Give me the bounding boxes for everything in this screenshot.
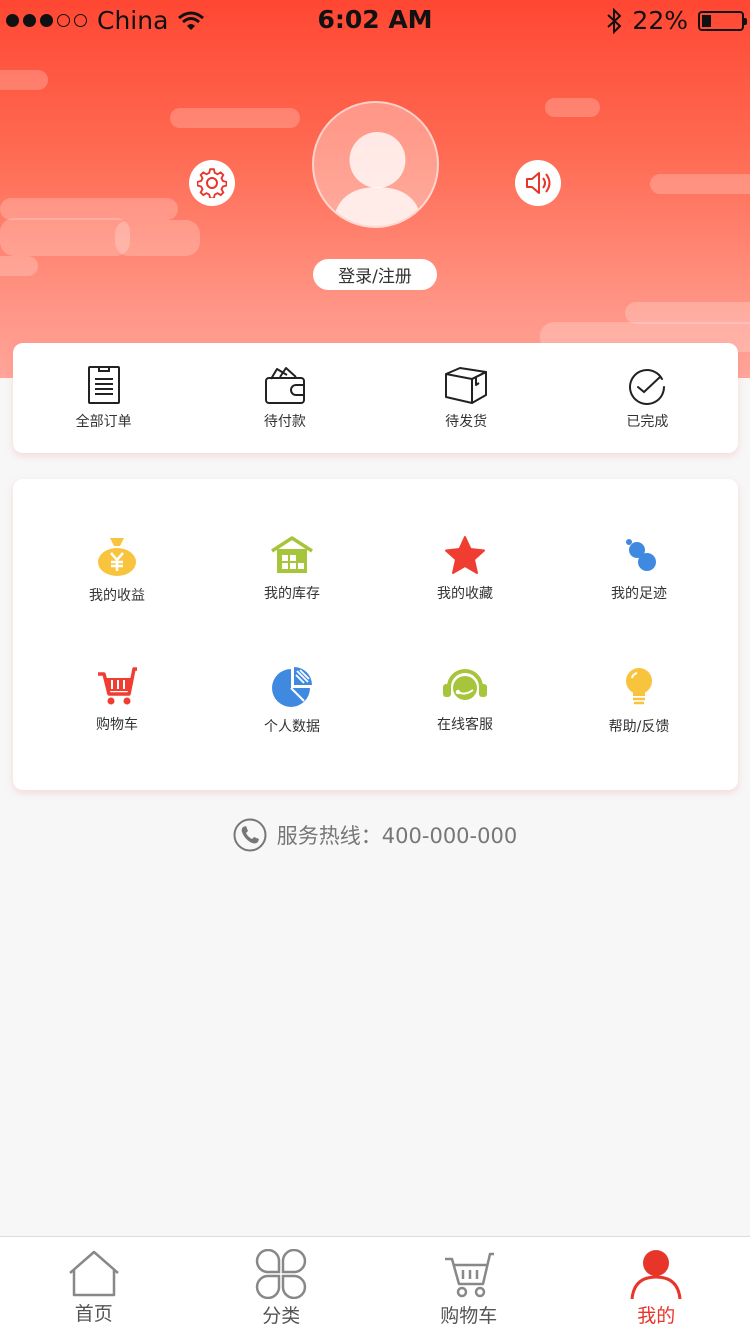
order-pending-shipment[interactable]: 待发货 [376, 343, 557, 453]
battery-percentage: 22% [632, 6, 688, 35]
service-hotline[interactable]: 服务热线：400-000-000 [0, 818, 750, 852]
lightbulb-icon [626, 668, 652, 705]
cloud-decoration [625, 302, 750, 324]
tab-label: 首页 [74, 1303, 113, 1325]
order-label: 待发货 [445, 414, 488, 430]
order-label: 已完成 [626, 414, 669, 430]
cloud-decoration [0, 256, 38, 276]
home-icon [68, 1250, 119, 1297]
tab-category[interactable]: 分类 [188, 1237, 376, 1334]
service-label: 帮助/反馈 [608, 719, 670, 735]
service-online-support[interactable]: 在线客服 [405, 666, 525, 734]
service-label: 我的库存 [264, 586, 320, 602]
battery-icon [698, 10, 747, 31]
tab-label: 购物车 [440, 1305, 498, 1327]
cart-icon [98, 667, 137, 705]
bottom-tab-bar: 首页 分类 购物车 我的 [0, 1236, 750, 1334]
wallet-icon [264, 367, 305, 404]
service-label: 我的收益 [89, 588, 145, 604]
pie-chart-icon [272, 667, 312, 707]
signal-strength-icon [6, 14, 87, 27]
cloud-decoration [170, 108, 300, 128]
order-label: 全部订单 [75, 414, 132, 430]
package-icon [445, 367, 488, 404]
headset-icon [443, 669, 487, 700]
check-circle-icon [629, 369, 666, 405]
footprint-icon [626, 539, 656, 571]
cloud-decoration [650, 174, 750, 194]
profile-header: 6:02 AM China 22% 登录/注册 [0, 0, 750, 378]
order-completed[interactable]: 已完成 [557, 343, 738, 453]
order-list-icon [87, 366, 120, 404]
star-icon [445, 536, 485, 574]
tab-cart[interactable]: 购物车 [375, 1237, 563, 1334]
cloud-decoration [545, 98, 600, 117]
user-avatar-icon [332, 132, 423, 226]
orders-card: 全部订单 待付款 待发货 已完成 [13, 343, 738, 453]
service-label: 购物车 [96, 717, 138, 733]
bluetooth-icon [607, 7, 622, 34]
phone-icon [233, 818, 267, 852]
cart-icon [444, 1252, 494, 1298]
hotline-text: 服务热线：400-000-000 [276, 824, 518, 848]
sound-button[interactable] [515, 160, 561, 206]
services-card: 我的收益 我的库存 我的收藏 我的足迹 购物车 个人数据 在线客服 帮助/反馈 [13, 479, 738, 790]
warehouse-icon [271, 536, 313, 573]
login-register-button[interactable]: 登录/注册 [313, 259, 437, 290]
settings-button[interactable] [189, 160, 235, 206]
service-favorites[interactable]: 我的收藏 [405, 535, 525, 603]
service-inventory[interactable]: 我的库存 [232, 535, 352, 603]
service-label: 个人数据 [264, 719, 320, 735]
tab-home[interactable]: 首页 [0, 1237, 188, 1334]
tab-label: 分类 [262, 1305, 301, 1327]
gear-icon [197, 168, 227, 198]
service-footprints[interactable]: 我的足迹 [579, 535, 699, 603]
tab-mine[interactable]: 我的 [563, 1237, 750, 1334]
user-avatar[interactable] [312, 101, 439, 228]
order-all[interactable]: 全部订单 [13, 343, 194, 453]
service-label: 在线客服 [437, 717, 493, 733]
service-label: 我的足迹 [611, 586, 667, 602]
cloud-decoration [0, 218, 130, 256]
carrier-name: China [97, 6, 169, 35]
order-label: 待付款 [263, 414, 306, 430]
cloud-decoration [0, 198, 178, 220]
order-pending-payment[interactable]: 待付款 [194, 343, 375, 453]
cloud-decoration [0, 70, 48, 90]
money-bag-icon [98, 538, 136, 576]
category-icon [256, 1249, 307, 1299]
profile-icon [630, 1250, 682, 1299]
speaker-icon [526, 172, 551, 194]
service-help-feedback[interactable]: 帮助/反馈 [579, 666, 699, 736]
status-bar: 6:02 AM China 22% [0, 0, 750, 40]
service-cart[interactable]: 购物车 [57, 666, 177, 734]
service-label: 我的收藏 [437, 586, 493, 602]
wifi-icon [178, 11, 205, 30]
service-personal-data[interactable]: 个人数据 [232, 666, 352, 736]
tab-label: 我的 [637, 1305, 676, 1327]
service-earnings[interactable]: 我的收益 [57, 535, 177, 605]
